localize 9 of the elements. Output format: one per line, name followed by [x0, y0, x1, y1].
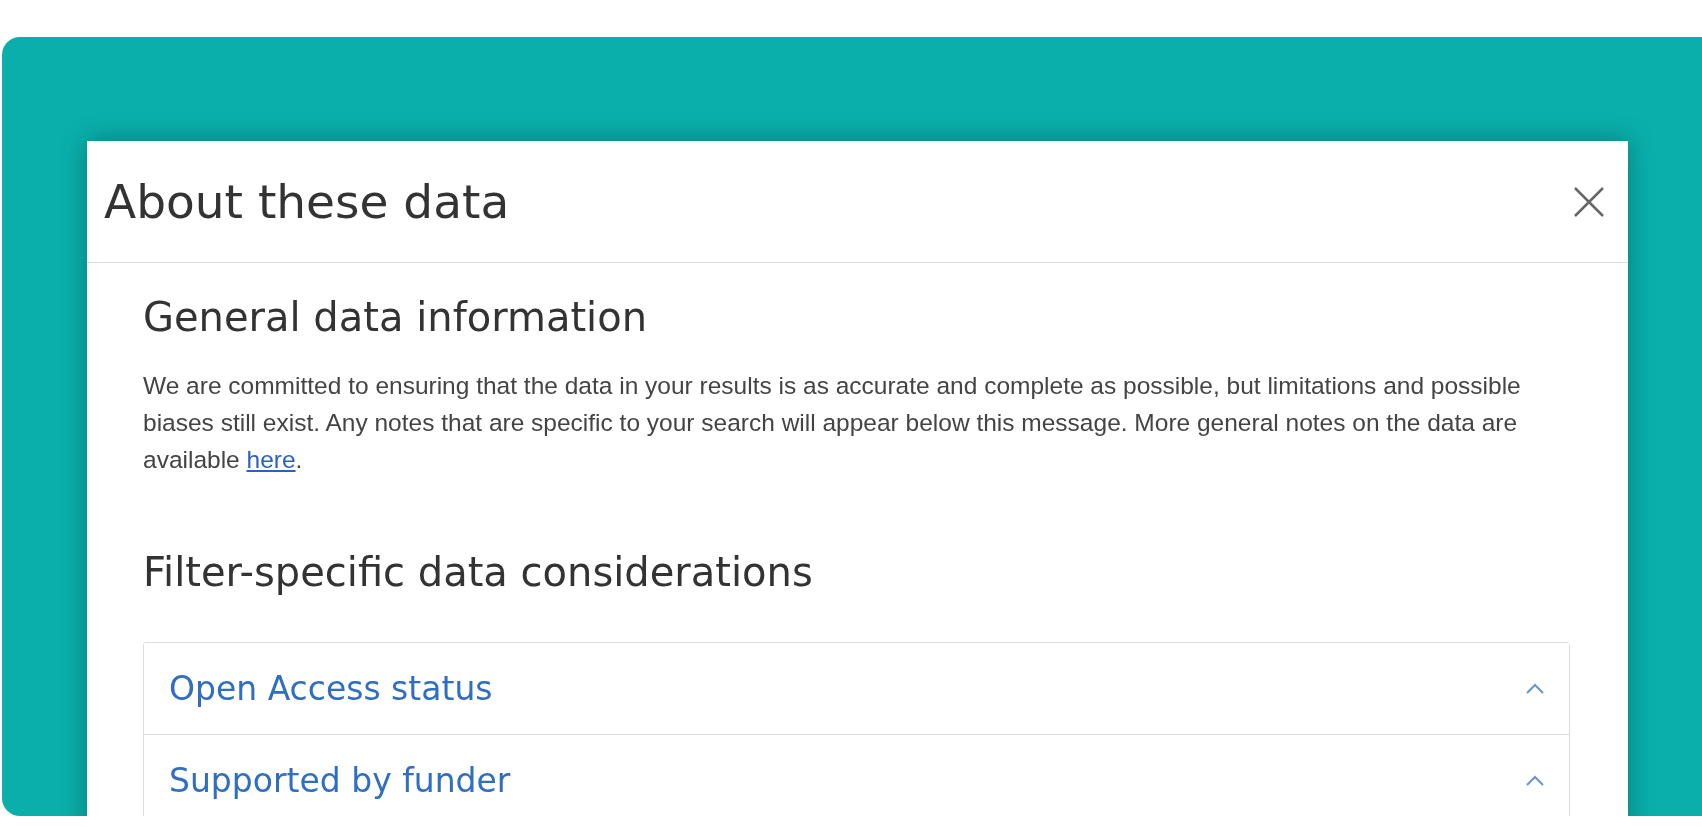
chevron-up-icon — [1525, 682, 1545, 695]
info-paragraph: We are committed to ensuring that the data in your results is as accurate and complete as possible, but limitations and possible biases still exist. Any notes that are specific to your search will appear below this message. More general notes on the data are available here. — [143, 371, 1522, 475]
accordion-header[interactable]: Open Access status — [144, 643, 1569, 735]
chevron-up-icon — [1525, 774, 1545, 787]
close-icon — [1572, 184, 1606, 219]
section-heading: General data information — [143, 293, 649, 342]
here-link[interactable]: here — [246, 446, 296, 473]
dialog-title: About these data — [104, 174, 510, 229]
section-heading: Filter-specific data considerations — [143, 548, 814, 597]
